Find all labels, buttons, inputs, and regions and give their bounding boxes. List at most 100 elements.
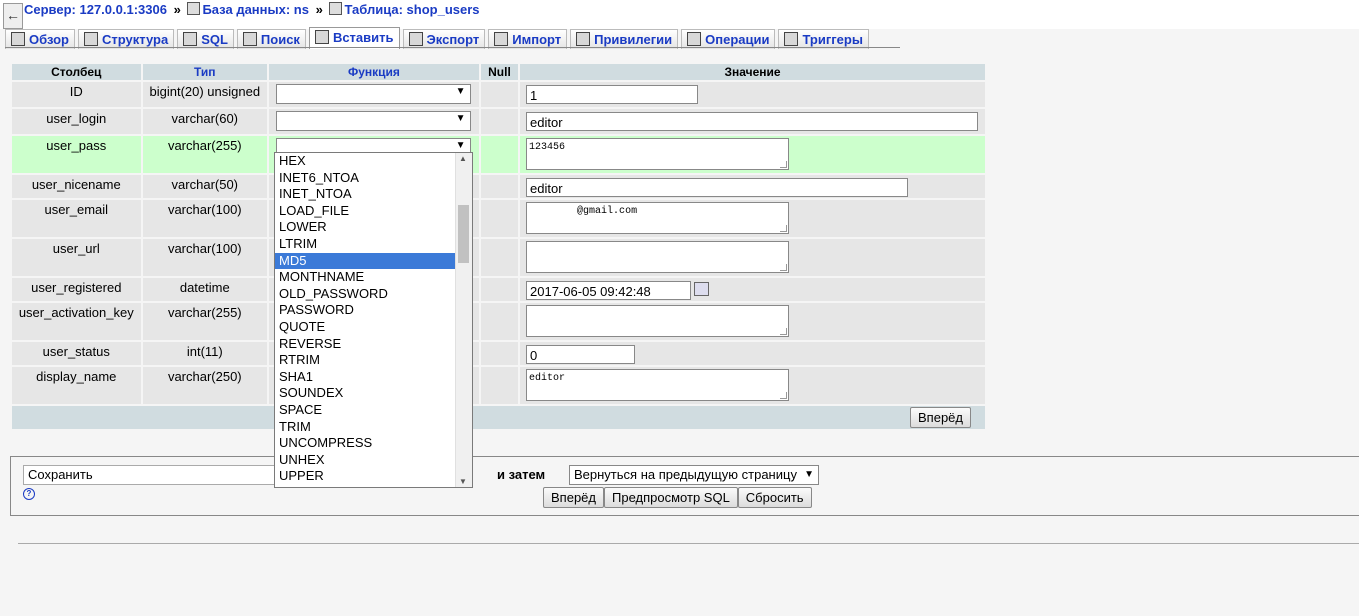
value-header: Значение bbox=[520, 64, 985, 82]
back-arrow-icon[interactable]: ← bbox=[3, 3, 23, 29]
dropdown-option[interactable]: TRIM bbox=[275, 419, 472, 436]
preview-sql-button[interactable]: Предпросмотр SQL bbox=[604, 487, 738, 508]
save-mode-select[interactable]: Сохранить bbox=[23, 465, 279, 485]
go-button[interactable]: Вперёд bbox=[543, 487, 604, 508]
resize-grip-icon[interactable] bbox=[780, 161, 788, 168]
dropdown-option[interactable]: SHA1 bbox=[275, 369, 472, 386]
resize-grip-icon[interactable] bbox=[780, 328, 788, 335]
table-icon bbox=[329, 2, 343, 15]
search-icon bbox=[242, 32, 257, 46]
resize-grip-icon[interactable] bbox=[780, 225, 788, 232]
chevron-down-icon: ▼ bbox=[455, 113, 466, 124]
dropdown-option[interactable]: HEX bbox=[275, 153, 472, 170]
breadcrumb-server[interactable]: Сервер: 127.0.0.1:3306 bbox=[24, 2, 167, 17]
null-cell bbox=[480, 109, 519, 136]
null-cell bbox=[480, 82, 519, 109]
tab-privileges[interactable]: Привилегии bbox=[570, 29, 679, 49]
dropdown-option[interactable]: LTRIM bbox=[275, 236, 472, 253]
tab-sql[interactable]: SQL bbox=[177, 29, 234, 49]
dropdown-scrollbar[interactable]: ▲ ▼ bbox=[455, 153, 472, 487]
field-type: int(11) bbox=[186, 344, 223, 359]
function-select[interactable]: ▼ bbox=[276, 84, 472, 104]
table-row: user_registered datetime 2017-06-05 09:4… bbox=[12, 278, 985, 303]
date-input[interactable]: 2017-06-05 09:42:48 bbox=[526, 281, 692, 300]
value-input[interactable]: 1 bbox=[526, 85, 699, 104]
dropdown-option[interactable]: UPPER bbox=[275, 468, 472, 485]
sql-icon bbox=[183, 32, 198, 46]
scrollbar-thumb[interactable] bbox=[458, 205, 469, 263]
after-insert-select[interactable]: Вернуться на предыдущую страницу ▼ bbox=[569, 465, 819, 485]
resize-grip-icon[interactable] bbox=[780, 264, 788, 271]
dropdown-option[interactable]: INET_NTOA bbox=[275, 186, 472, 203]
scroll-down-icon[interactable]: ▼ bbox=[459, 477, 467, 486]
value-input[interactable]: editor bbox=[526, 112, 979, 131]
null-cell bbox=[480, 278, 519, 303]
field-name: user_status bbox=[42, 344, 110, 359]
null-cell bbox=[480, 303, 519, 342]
tab-underline bbox=[5, 47, 900, 48]
calendar-icon[interactable] bbox=[694, 282, 710, 296]
resize-grip-icon[interactable] bbox=[780, 392, 788, 399]
dropdown-option[interactable]: LOAD_FILE bbox=[275, 203, 472, 220]
dropdown-option[interactable]: REVERSE bbox=[275, 336, 472, 353]
table-row: user_activation_key varchar(255) bbox=[12, 303, 985, 342]
top-bar: ← Сервер: 127.0.0.1:3306 » База данных: … bbox=[0, 0, 1359, 29]
null-header: Null bbox=[480, 64, 519, 82]
field-name: user_url bbox=[52, 241, 100, 256]
table-row: user_login varchar(60) ▼ editor bbox=[12, 109, 985, 136]
field-name: ID bbox=[69, 84, 83, 99]
dropdown-option[interactable]: SPACE bbox=[275, 402, 472, 419]
dropdown-option[interactable]: UNCOMPRESS bbox=[275, 435, 472, 452]
tab-import[interactable]: Импорт bbox=[488, 29, 568, 49]
dropdown-option[interactable]: LOWER bbox=[275, 219, 472, 236]
field-name: user_activation_key bbox=[18, 305, 134, 320]
dropdown-option[interactable]: RTRIM bbox=[275, 352, 472, 369]
go-button[interactable]: Вперёд bbox=[910, 407, 971, 428]
value-textarea[interactable]: editor bbox=[526, 369, 790, 401]
breadcrumb-table[interactable]: Таблица: shop_users bbox=[344, 2, 479, 17]
insert-table: Столбец Тип Функция Null Значение ID big… bbox=[10, 64, 987, 431]
field-type: datetime bbox=[179, 280, 230, 295]
type-header[interactable]: Тип bbox=[142, 64, 268, 82]
scroll-up-icon[interactable]: ▲ bbox=[459, 154, 467, 163]
tab-triggers[interactable]: Триггеры bbox=[778, 29, 869, 49]
dropdown-option[interactable]: UNHEX bbox=[275, 452, 472, 469]
value-textarea[interactable] bbox=[526, 241, 790, 273]
value-textarea[interactable] bbox=[526, 305, 790, 337]
dropdown-option[interactable]: QUOTE bbox=[275, 319, 472, 336]
null-cell bbox=[480, 342, 519, 367]
value-input[interactable]: editor bbox=[526, 178, 909, 197]
tab-operations[interactable]: Операции bbox=[681, 29, 776, 49]
tab-search[interactable]: Поиск bbox=[236, 29, 306, 49]
function-dropdown-list[interactable]: HEX INET6_NTOA INET_NTOA LOAD_FILE LOWER… bbox=[274, 152, 473, 488]
help-icon[interactable]: ? bbox=[23, 488, 35, 500]
dropdown-option[interactable]: INET6_NTOA bbox=[275, 170, 472, 187]
dropdown-option[interactable]: SOUNDEX bbox=[275, 385, 472, 402]
field-type: varchar(255) bbox=[167, 305, 242, 320]
function-header[interactable]: Функция bbox=[269, 64, 479, 82]
function-select[interactable]: ▼ bbox=[276, 111, 472, 131]
reset-button[interactable]: Сбросить bbox=[737, 487, 812, 508]
table-row: user_nicename varchar(50) editor bbox=[12, 175, 985, 200]
value-textarea[interactable]: 123456 bbox=[526, 138, 790, 170]
tab-insert[interactable]: Вставить bbox=[308, 27, 400, 49]
field-type: varchar(50) bbox=[171, 177, 239, 192]
field-name: user_nicename bbox=[31, 177, 121, 192]
field-name: display_name bbox=[36, 369, 117, 384]
breadcrumb: Сервер: 127.0.0.1:3306 » База данных: ns… bbox=[24, 2, 480, 17]
tab-export[interactable]: Экспорт bbox=[402, 29, 486, 49]
dropdown-option-selected[interactable]: MD5 bbox=[275, 252, 472, 270]
column-header: Столбец bbox=[12, 64, 141, 82]
table-row: user_status int(11) 0 bbox=[12, 342, 985, 367]
tab-browse[interactable]: Обзор bbox=[5, 29, 75, 49]
value-input[interactable]: 0 bbox=[526, 345, 636, 364]
field-type: varchar(250) bbox=[167, 369, 242, 384]
table-row: user_email varchar(100) @gmail.com bbox=[12, 200, 985, 239]
dropdown-option[interactable]: OLD_PASSWORD bbox=[275, 286, 472, 303]
dropdown-option[interactable]: PASSWORD bbox=[275, 302, 472, 319]
value-textarea[interactable]: @gmail.com bbox=[526, 202, 790, 234]
breadcrumb-database[interactable]: База данных: ns bbox=[202, 2, 309, 17]
dropdown-option[interactable]: MONTHNAME bbox=[275, 269, 472, 286]
tab-structure[interactable]: Структура bbox=[78, 29, 175, 49]
breadcrumb-separator: » bbox=[173, 2, 181, 17]
